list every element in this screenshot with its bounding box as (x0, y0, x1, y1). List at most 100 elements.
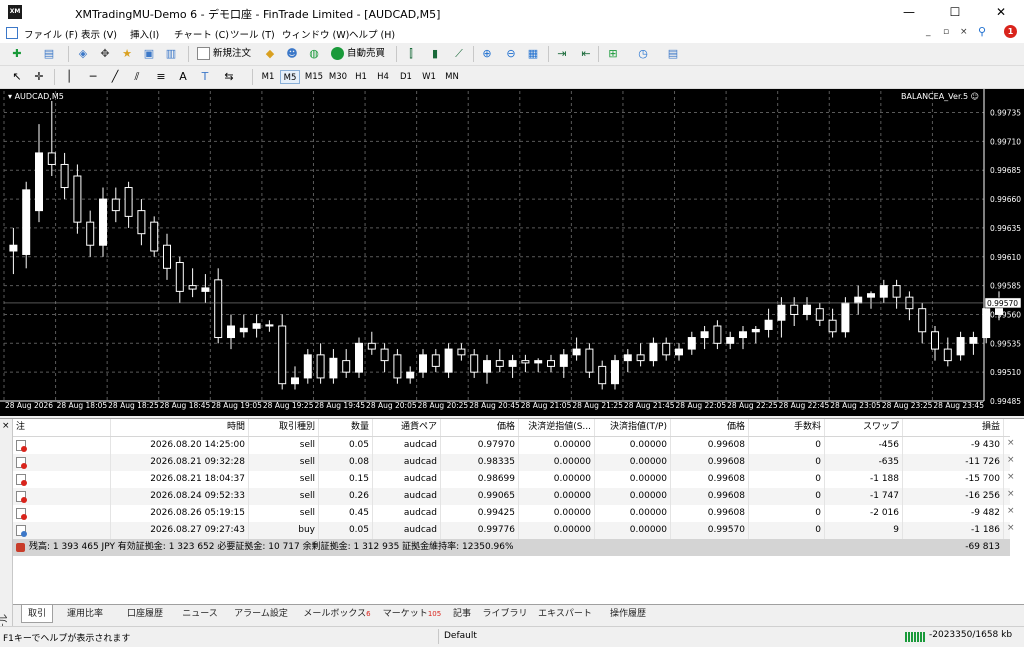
close-position-icon[interactable]: × (1007, 489, 1015, 499)
crosshair-icon[interactable]: ✛ (32, 70, 46, 84)
minimize-button[interactable]: — (886, 0, 932, 24)
text-label-icon[interactable]: T (198, 70, 212, 84)
y-tick-label: 0.99485 (990, 397, 1021, 406)
table-row[interactable]: 2026.08.26 05:19:15 sell 0.45 audcad 0.99425… (13, 505, 1015, 523)
terminal-close-button[interactable]: × (2, 421, 10, 431)
close-position-icon[interactable]: × (1007, 438, 1015, 448)
mdi-restore-button[interactable]: ▫ (943, 27, 949, 37)
terminal-tab[interactable]: エキスパート (533, 605, 597, 623)
terminal-tab[interactable]: 記事 (447, 605, 477, 623)
cell-time: 2026.08.21 09:32:28 (111, 454, 249, 471)
timeframe-d1[interactable]: D1 (396, 70, 416, 84)
zoom-in-icon[interactable]: ⊕ (480, 47, 494, 61)
menu-tools[interactable]: ツール (T) (230, 27, 275, 41)
timeframe-m15[interactable]: M15 (303, 70, 325, 84)
signals-icon[interactable]: ◍ (307, 47, 321, 61)
new-order-button[interactable]: 新規注文 (195, 46, 251, 62)
menu-window[interactable]: ウィンドウ (W) (282, 27, 349, 41)
templates-icon[interactable]: ▤ (666, 47, 680, 61)
menu-insert[interactable]: 挿入(I) (130, 27, 159, 41)
terminal-tab[interactable]: 操作履歴 (599, 605, 657, 623)
table-row[interactable]: 2026.08.24 09:52:33 sell 0.26 audcad 0.99065… (13, 488, 1015, 506)
account-icon[interactable]: ☻ (285, 47, 299, 61)
text-tool-icon[interactable]: A (176, 70, 190, 84)
maximize-button[interactable]: ☐ (932, 0, 978, 24)
timeframe-mn[interactable]: MN (442, 70, 462, 84)
terminal-window-icon[interactable]: ▣ (142, 47, 156, 61)
mdi-minimize-button[interactable]: _ (926, 27, 931, 37)
notifications-icon[interactable]: 1 (998, 25, 1018, 41)
timeframe-h1[interactable]: H1 (351, 70, 371, 84)
timeframe-m30[interactable]: M30 (327, 70, 349, 84)
menu-chart[interactable]: チャート (C) (174, 27, 229, 41)
close-position-icon[interactable]: × (1007, 455, 1015, 465)
close-position-icon[interactable]: × (1007, 506, 1015, 516)
search-icon[interactable]: ⚲ (978, 25, 992, 39)
auto-trading-button[interactable]: 自動売買 (329, 46, 385, 62)
timeframe-w1[interactable]: W1 (419, 70, 439, 84)
column-header[interactable]: 価格 (671, 419, 749, 436)
candlestick-chart[interactable]: 0.99735 0.99710 0.99685 0.99660 0.99635 0.996… (0, 89, 1024, 416)
terminal-tab[interactable]: マーケット105 (379, 605, 445, 623)
profiles-icon[interactable]: ▤ (42, 47, 56, 61)
line-chart-icon[interactable]: ⟋ (452, 47, 466, 61)
column-header[interactable]: 決済逆指値(S... (519, 419, 595, 436)
cursor-icon[interactable]: ↖ (10, 70, 24, 84)
column-header[interactable]: 価格 (441, 419, 519, 436)
new-chart-icon[interactable]: ✚ (10, 47, 24, 61)
periods-icon[interactable]: ◷ (636, 47, 650, 61)
terminal-tab[interactable]: ライブラリ (479, 605, 531, 623)
menu-file[interactable]: ファイル (F) (24, 27, 78, 41)
close-button[interactable]: ✕ (978, 0, 1024, 24)
column-header[interactable]: スワップ (825, 419, 903, 436)
column-header[interactable]: 手数料 (749, 419, 825, 436)
fibonacci-icon[interactable]: ≡ (154, 70, 168, 84)
mdi-close-button[interactable]: × (960, 27, 968, 37)
market-watch-icon[interactable]: ◈ (76, 47, 90, 61)
terminal-tab[interactable]: 取引 (21, 605, 53, 623)
column-header[interactable]: 取引種別 (249, 419, 319, 436)
document-menu-icon[interactable] (6, 27, 18, 39)
column-header[interactable]: 注 (13, 419, 111, 436)
column-header[interactable]: 損益 (903, 419, 1004, 436)
table-row[interactable]: 2026.08.20 14:25:00 sell 0.05 audcad 0.97970… (13, 437, 1015, 455)
metaeditor-icon[interactable]: ◆ (263, 47, 277, 61)
tile-windows-icon[interactable]: ▦ (526, 47, 540, 61)
equidistant-channel-icon[interactable]: ⫽ (130, 70, 144, 84)
trend-line-icon[interactable]: ╱ (108, 70, 122, 84)
table-row[interactable]: 2026.08.21 18:04:37 sell 0.15 audcad 0.98699… (13, 471, 1015, 489)
cell-tp: 0.00000 (595, 471, 671, 488)
navigator-icon[interactable]: ★ (120, 47, 134, 61)
column-header[interactable]: 通貨ペア (373, 419, 441, 436)
timeframe-m5[interactable]: M5 (280, 70, 300, 84)
auto-scroll-icon[interactable]: ⇥ (555, 47, 569, 61)
status-profile[interactable]: Default (438, 629, 644, 644)
close-position-icon[interactable]: × (1007, 523, 1015, 533)
menu-help[interactable]: ヘルプ (H) (349, 27, 395, 41)
terminal-tab[interactable]: アラーム設定 (227, 605, 295, 623)
arrows-icon[interactable]: ⇆ (222, 70, 236, 84)
timeframe-m1[interactable]: M1 (258, 70, 278, 84)
column-header[interactable]: 決済指値(T/P) (595, 419, 671, 436)
table-row[interactable]: 2026.08.21 09:32:28 sell 0.08 audcad 0.98335… (13, 454, 1015, 472)
zoom-out-icon[interactable]: ⊖ (504, 47, 518, 61)
price-chart[interactable]: 0.99735 0.99710 0.99685 0.99660 0.99635 0.996… (0, 89, 1024, 416)
bar-chart-icon[interactable]: ⫿ (404, 47, 418, 61)
column-header[interactable]: 時間 (111, 419, 249, 436)
close-position-icon[interactable]: × (1007, 472, 1015, 482)
vertical-line-icon[interactable]: │ (62, 70, 76, 84)
column-header[interactable]: 数量 (319, 419, 373, 436)
candlestick-chart-icon[interactable]: ▮ (428, 47, 442, 61)
terminal-tab[interactable]: 運用比率 (55, 605, 115, 623)
chart-shift-icon[interactable]: ⇤ (579, 47, 593, 61)
terminal-tab[interactable]: 口座履歴 (117, 605, 173, 623)
terminal-tab[interactable]: ニュース (175, 605, 225, 623)
strategy-tester-icon[interactable]: ▥ (164, 47, 178, 61)
terminal-tab[interactable]: メールボックス6 (297, 605, 377, 623)
timeframe-h4[interactable]: H4 (373, 70, 393, 84)
menu-view[interactable]: 表示 (V) (81, 27, 117, 41)
table-row[interactable]: 2026.08.27 09:27:43 buy 0.05 audcad 0.99776 0… (13, 522, 1015, 540)
data-window-icon[interactable]: ✥ (98, 47, 112, 61)
horizontal-line-icon[interactable]: ─ (86, 70, 100, 84)
indicators-icon[interactable]: ⊞ (606, 47, 620, 61)
